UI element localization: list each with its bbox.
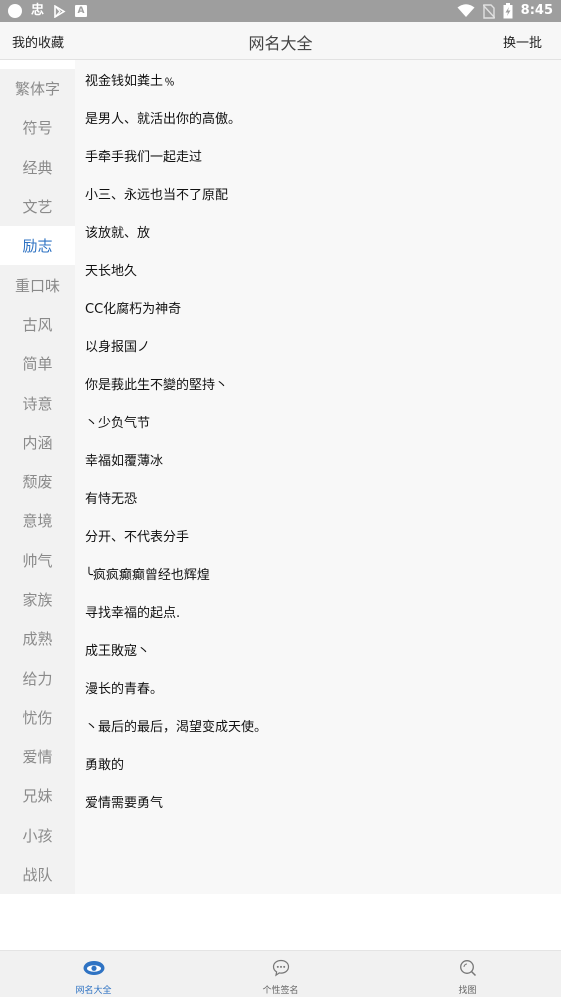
tab-signature-label: 个性签名	[262, 986, 299, 996]
list-item[interactable]: 视金钱如粪土﹪	[75, 60, 561, 98]
list-item[interactable]: 以身报国ノ	[75, 326, 561, 364]
no-sim-icon	[482, 3, 495, 19]
sidebar-item[interactable]: 帅气	[0, 541, 75, 580]
sidebar-item[interactable]: 家族	[0, 580, 75, 619]
list-item[interactable]: 小三、永远也当不了原配	[75, 174, 561, 212]
a-icon: A	[75, 5, 88, 17]
sidebar-item[interactable]: 重口味	[0, 265, 75, 304]
tab-names[interactable]: 网名大全	[0, 951, 187, 997]
app-glyph-icon: 忠	[31, 3, 45, 18]
list-item[interactable]: 有恃无恐	[75, 478, 561, 516]
sidebar-item[interactable]: 给力	[0, 658, 75, 697]
status-left-icons: 忠 A	[8, 3, 88, 19]
list-item[interactable]: 你是莪此生不變的堅持丶	[75, 364, 561, 402]
sidebar-item[interactable]: 爱情	[0, 737, 75, 776]
list-item[interactable]: CC化腐朽为神奇	[75, 288, 561, 326]
sidebar-item[interactable]: 颓废	[0, 462, 75, 501]
list-item[interactable]: 丶最后的最后，渴望变成天使。	[75, 706, 561, 744]
tab-names-label: 网名大全	[75, 986, 112, 996]
category-sidebar: 繁体字 符号 经典 文艺 励志 重口味 古风 简单 诗意 内涵 颓废 意境 帅气 家族 成熟 给力 忧伤 爱情 兄妹…	[0, 69, 75, 894]
sidebar-item[interactable]: 经典	[0, 148, 75, 187]
sidebar-item[interactable]: 励志	[0, 226, 75, 266]
list-item[interactable]: 天长地久	[75, 250, 561, 288]
list-item[interactable]: 漫长的青春。	[75, 668, 561, 706]
sidebar-item[interactable]: 文艺	[0, 187, 75, 226]
page-title: 网名大全	[248, 34, 313, 53]
status-right-icons: 8:45	[457, 2, 553, 20]
circle-icon	[8, 4, 22, 18]
list-item[interactable]: 是男人、就活出你的高傲。	[75, 98, 561, 136]
sidebar-item[interactable]: 小孩	[0, 816, 75, 855]
list-item[interactable]: 该放就、放	[75, 212, 561, 250]
status-time: 8:45	[520, 3, 553, 18]
name-list: 视金钱如粪土﹪ 是男人、就活出你的高傲。 手牵手我们一起走过 小三、永远也当不了原配该…	[75, 60, 561, 894]
battery-charging-icon	[503, 3, 513, 19]
search-icon	[459, 960, 476, 977]
sidebar-item[interactable]: 兄妹	[0, 776, 75, 815]
tab-find-image[interactable]: 找图	[374, 951, 561, 997]
list-item[interactable]: 丶少负气节	[75, 402, 561, 440]
list-item[interactable]: 成王敗寇丶	[75, 630, 561, 668]
play-store-icon	[54, 4, 66, 18]
tab-find-image-label: 找图	[458, 986, 477, 996]
sidebar-item[interactable]: 古风	[0, 305, 75, 344]
status-bar: 忠 A 8:45	[0, 0, 561, 22]
list-item[interactable]: 幸福如覆薄冰	[75, 440, 561, 478]
app-bar: 我的收藏 网名大全 换一批	[0, 22, 561, 60]
sidebar-item[interactable]: 内涵	[0, 423, 75, 462]
sidebar-item[interactable]: 繁体字	[0, 69, 75, 108]
sidebar-item[interactable]: 符号	[0, 108, 75, 147]
list-item[interactable]: 爱情需要勇气	[75, 782, 561, 820]
list-item[interactable]: 勇敢的	[75, 744, 561, 782]
sidebar-item[interactable]: 诗意	[0, 383, 75, 422]
list-item[interactable]: ╰疯疯癫癫曾经也辉煌	[75, 554, 561, 592]
list-item[interactable]: 寻找幸福的起点.	[75, 592, 561, 630]
bottom-nav: 网名大全 个性签名 找图	[0, 950, 561, 997]
tab-signature[interactable]: 个性签名	[187, 951, 374, 997]
sidebar-item[interactable]: 简单	[0, 344, 75, 383]
refresh-batch-button[interactable]: 换一批	[503, 32, 542, 51]
eye-icon	[83, 961, 104, 975]
sidebar-item[interactable]: 忧伤	[0, 698, 75, 737]
wifi-icon	[457, 4, 475, 17]
sidebar-item[interactable]: 意境	[0, 501, 75, 540]
list-item[interactable]: 分开、不代表分手	[75, 516, 561, 554]
sidebar-item[interactable]: 战队	[0, 855, 75, 894]
sidebar-item[interactable]: 成熟	[0, 619, 75, 658]
list-item[interactable]: 手牵手我们一起走过	[75, 136, 561, 174]
chat-bubble-icon	[272, 959, 289, 977]
